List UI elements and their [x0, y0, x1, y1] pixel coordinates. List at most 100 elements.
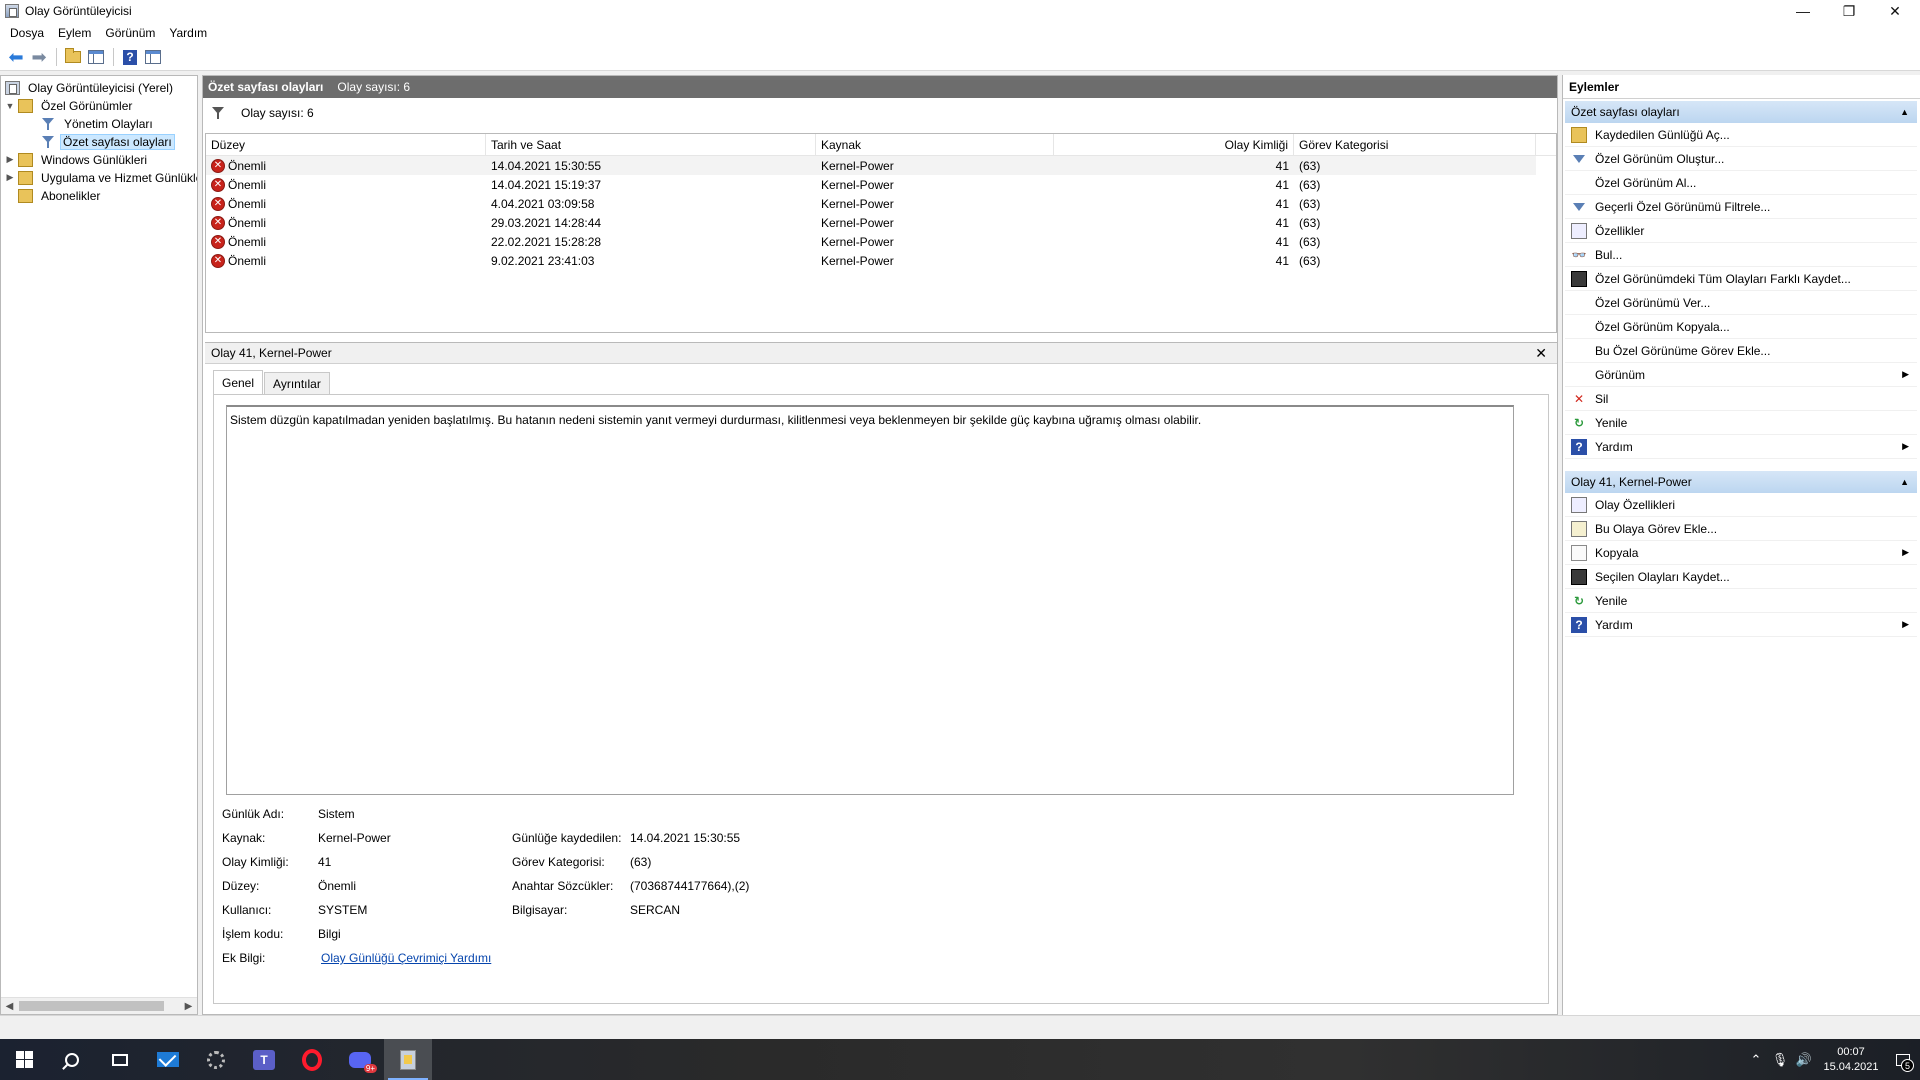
collapse-icon[interactable]: ▼ [5, 101, 15, 111]
taskbar-teams[interactable]: T [240, 1039, 288, 1080]
taskbar-event-viewer[interactable] [384, 1039, 432, 1080]
arrow-right-icon: ➡ [31, 47, 47, 67]
table-row[interactable]: ✕ Önemli 29.03.2021 14:28:44 Kernel-Power… [206, 213, 1536, 232]
menu-file[interactable]: Dosya [3, 26, 51, 40]
tree-item-app-logs[interactable]: ▶ Uygulama ve Hizmet Günlükleri [5, 169, 197, 186]
action-help-event[interactable]: ? Yardım ▶ [1565, 613, 1917, 637]
task-category-label: Görev Kategorisi: [512, 855, 605, 869]
toolbar-separator [113, 48, 114, 66]
help-button[interactable]: ? [119, 47, 141, 67]
action-pane-icon [145, 50, 161, 64]
events-table: Düzey Tarih ve Saat Kaynak Olay Kimliği … [205, 133, 1557, 333]
action-attach-task-event[interactable]: Bu Olaya Görev Ekle... [1565, 517, 1917, 541]
restore-button[interactable]: ❐ [1826, 0, 1872, 22]
action-save-all-events[interactable]: Özel Görünümdeki Tüm Olayları Farklı Kay… [1565, 267, 1917, 291]
teams-icon: T [253, 1049, 275, 1070]
action-import-custom-view[interactable]: Özel Görünüm Al... [1565, 171, 1917, 195]
close-button[interactable]: ✕ [1872, 0, 1918, 22]
action-find[interactable]: 👓 Bul... [1565, 243, 1917, 267]
expand-icon[interactable]: ▶ [5, 154, 15, 165]
help-icon: ? [1571, 438, 1587, 455]
column-datetime[interactable]: Tarih ve Saat [486, 134, 816, 156]
forward-button[interactable]: ➡ [28, 47, 50, 67]
column-level[interactable]: Düzey [206, 134, 486, 156]
microphone-icon[interactable]: 🎙 [1768, 1052, 1792, 1068]
tree-horizontal-scrollbar[interactable]: ◀ ▶ [1, 997, 197, 1014]
minimize-button[interactable]: — [1780, 0, 1826, 22]
tree-item-subscriptions[interactable]: Abonelikler [18, 187, 104, 204]
action-attach-task-view[interactable]: Bu Özel Görünüme Görev Ekle... [1565, 339, 1917, 363]
gear-icon [207, 1050, 225, 1069]
show-hide-tree-button[interactable] [85, 47, 107, 67]
taskbar-opera[interactable] [288, 1039, 336, 1080]
action-event-properties[interactable]: Olay Özellikleri [1565, 493, 1917, 517]
online-help-link[interactable]: Olay Günlüğü Çevrimiçi Yardımı [321, 951, 491, 965]
close-detail-icon[interactable]: ✕ [1535, 345, 1547, 362]
clock[interactable]: 00:07 15.04.2021 [1816, 1045, 1886, 1075]
menu-view[interactable]: Görünüm [98, 26, 162, 40]
opcode-value: Bilgi [318, 927, 341, 941]
submenu-arrow-icon: ▶ [1902, 619, 1909, 629]
speaker-icon[interactable]: 🔊 [1792, 1052, 1816, 1068]
table-row[interactable]: ✕ Önemli 4.04.2021 03:09:58 Kernel-Power … [206, 194, 1536, 213]
task-view-button[interactable] [96, 1039, 144, 1080]
actions-section-event[interactable]: Olay 41, Kernel-Power ▲ [1565, 471, 1917, 493]
menu-action[interactable]: Eylem [51, 26, 98, 40]
action-filter-view[interactable]: Geçerli Özel Görünümü Filtrele... [1565, 195, 1917, 219]
action-copy-view[interactable]: Özel Görünüm Kopyala... [1565, 315, 1917, 339]
up-folder-button[interactable] [62, 47, 84, 67]
error-icon: ✕ [211, 234, 225, 249]
action-open-saved-log[interactable]: Kaydedilen Günlüğü Aç... [1565, 123, 1917, 147]
tab-general[interactable]: Genel [213, 370, 264, 394]
tree-item-admin-events[interactable]: Yönetim Olayları [41, 115, 157, 132]
menu-help[interactable]: Yardım [162, 26, 214, 40]
tree-item-windows-logs[interactable]: ▶ Windows Günlükleri [5, 151, 151, 168]
column-source[interactable]: Kaynak [816, 134, 1054, 156]
action-delete[interactable]: ✕ Sil [1565, 387, 1917, 411]
arrow-left-icon: ⬅ [8, 47, 24, 67]
action-refresh-event[interactable]: ↻ Yenile [1565, 589, 1917, 613]
back-button[interactable]: ⬅ [5, 47, 27, 67]
toolbar: ⬅ ➡ ? [0, 44, 1920, 71]
toolbar-separator [56, 48, 57, 66]
action-help[interactable]: ? Yardım ▶ [1565, 435, 1917, 459]
notification-center-button[interactable]: 5 [1886, 1039, 1920, 1080]
action-copy[interactable]: Kopyala ▶ [1565, 541, 1917, 565]
tree-item-summary-events[interactable]: Özet sayfası olayları [41, 133, 175, 150]
taskbar-mail[interactable] [144, 1039, 192, 1080]
tree-item-custom-views[interactable]: ▼ Özel Görünümler [5, 97, 136, 114]
action-refresh[interactable]: ↻ Yenile [1565, 411, 1917, 435]
submenu-arrow-icon: ▶ [1902, 547, 1909, 557]
table-row[interactable]: ✕ Önemli 14.04.2021 15:19:37 Kernel-Power… [206, 175, 1536, 194]
column-event-id[interactable]: Olay Kimliği [1054, 134, 1294, 156]
tab-details[interactable]: Ayrıntılar [264, 372, 330, 394]
show-hide-actions-button[interactable] [142, 47, 164, 67]
console-tree-icon [88, 50, 104, 64]
taskbar-discord[interactable]: 9+ [336, 1039, 384, 1080]
search-button[interactable] [48, 1039, 96, 1080]
table-row[interactable]: ✕ Önemli 22.02.2021 15:28:28 Kernel-Power… [206, 232, 1536, 251]
tree-item-root[interactable]: Olay Görüntüleyicisi (Yerel) [5, 79, 177, 96]
chevron-up-icon[interactable]: ⌃ [1744, 1052, 1768, 1068]
scroll-right-icon[interactable]: ▶ [180, 998, 197, 1014]
scroll-left-icon[interactable]: ◀ [1, 998, 18, 1014]
action-properties[interactable]: Özellikler [1565, 219, 1917, 243]
start-button[interactable] [0, 1039, 48, 1080]
scrollbar-thumb[interactable] [19, 1001, 164, 1011]
table-row[interactable]: ✕ Önemli 9.02.2021 23:41:03 Kernel-Power … [206, 251, 1536, 270]
action-view-menu[interactable]: Görünüm ▶ [1565, 363, 1917, 387]
event-description[interactable]: Sistem düzgün kapatılmadan yeniden başla… [226, 405, 1514, 795]
action-save-selected[interactable]: Seçilen Olayları Kaydet... [1565, 565, 1917, 589]
collapse-section-icon[interactable]: ▲ [1900, 477, 1909, 487]
taskbar-settings[interactable] [192, 1039, 240, 1080]
column-task-category[interactable]: Görev Kategorisi [1294, 134, 1536, 156]
actions-section-view[interactable]: Özet sayfası olayları ▲ [1565, 101, 1917, 123]
collapse-section-icon[interactable]: ▲ [1900, 107, 1909, 117]
action-export-view[interactable]: Özel Görünümü Ver... [1565, 291, 1917, 315]
discord-icon: 9+ [349, 1051, 377, 1073]
action-create-custom-view[interactable]: Özel Görünüm Oluştur... [1565, 147, 1917, 171]
event-viewer-icon [400, 1049, 416, 1070]
folder-up-icon [65, 48, 81, 63]
expand-icon[interactable]: ▶ [5, 172, 15, 183]
table-row[interactable]: ✕ Önemli 14.04.2021 15:30:55 Kernel-Power… [206, 156, 1536, 175]
